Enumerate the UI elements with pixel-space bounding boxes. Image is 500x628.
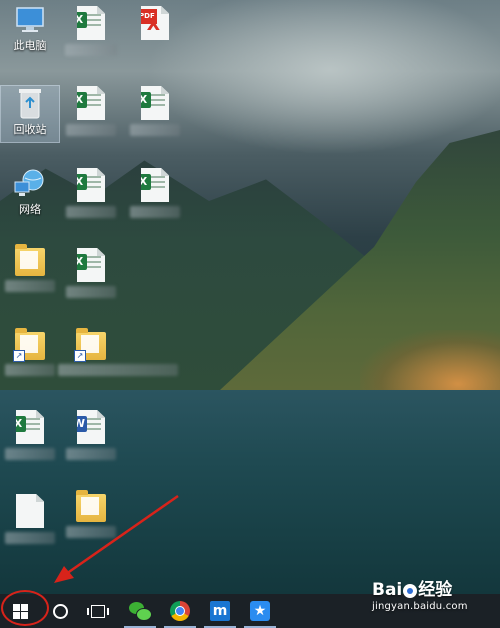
- watermark-url: jingyan.baidu.com: [372, 601, 468, 612]
- baidu-jingyan-watermark: Bai 经验 jingyan.baidu.com: [372, 575, 468, 612]
- baidu-paw-icon: [403, 583, 418, 598]
- watermark-brand-suffix: 经验: [418, 580, 453, 600]
- annotation-arrow: [54, 494, 179, 583]
- watermark-brand: Bai: [372, 580, 403, 600]
